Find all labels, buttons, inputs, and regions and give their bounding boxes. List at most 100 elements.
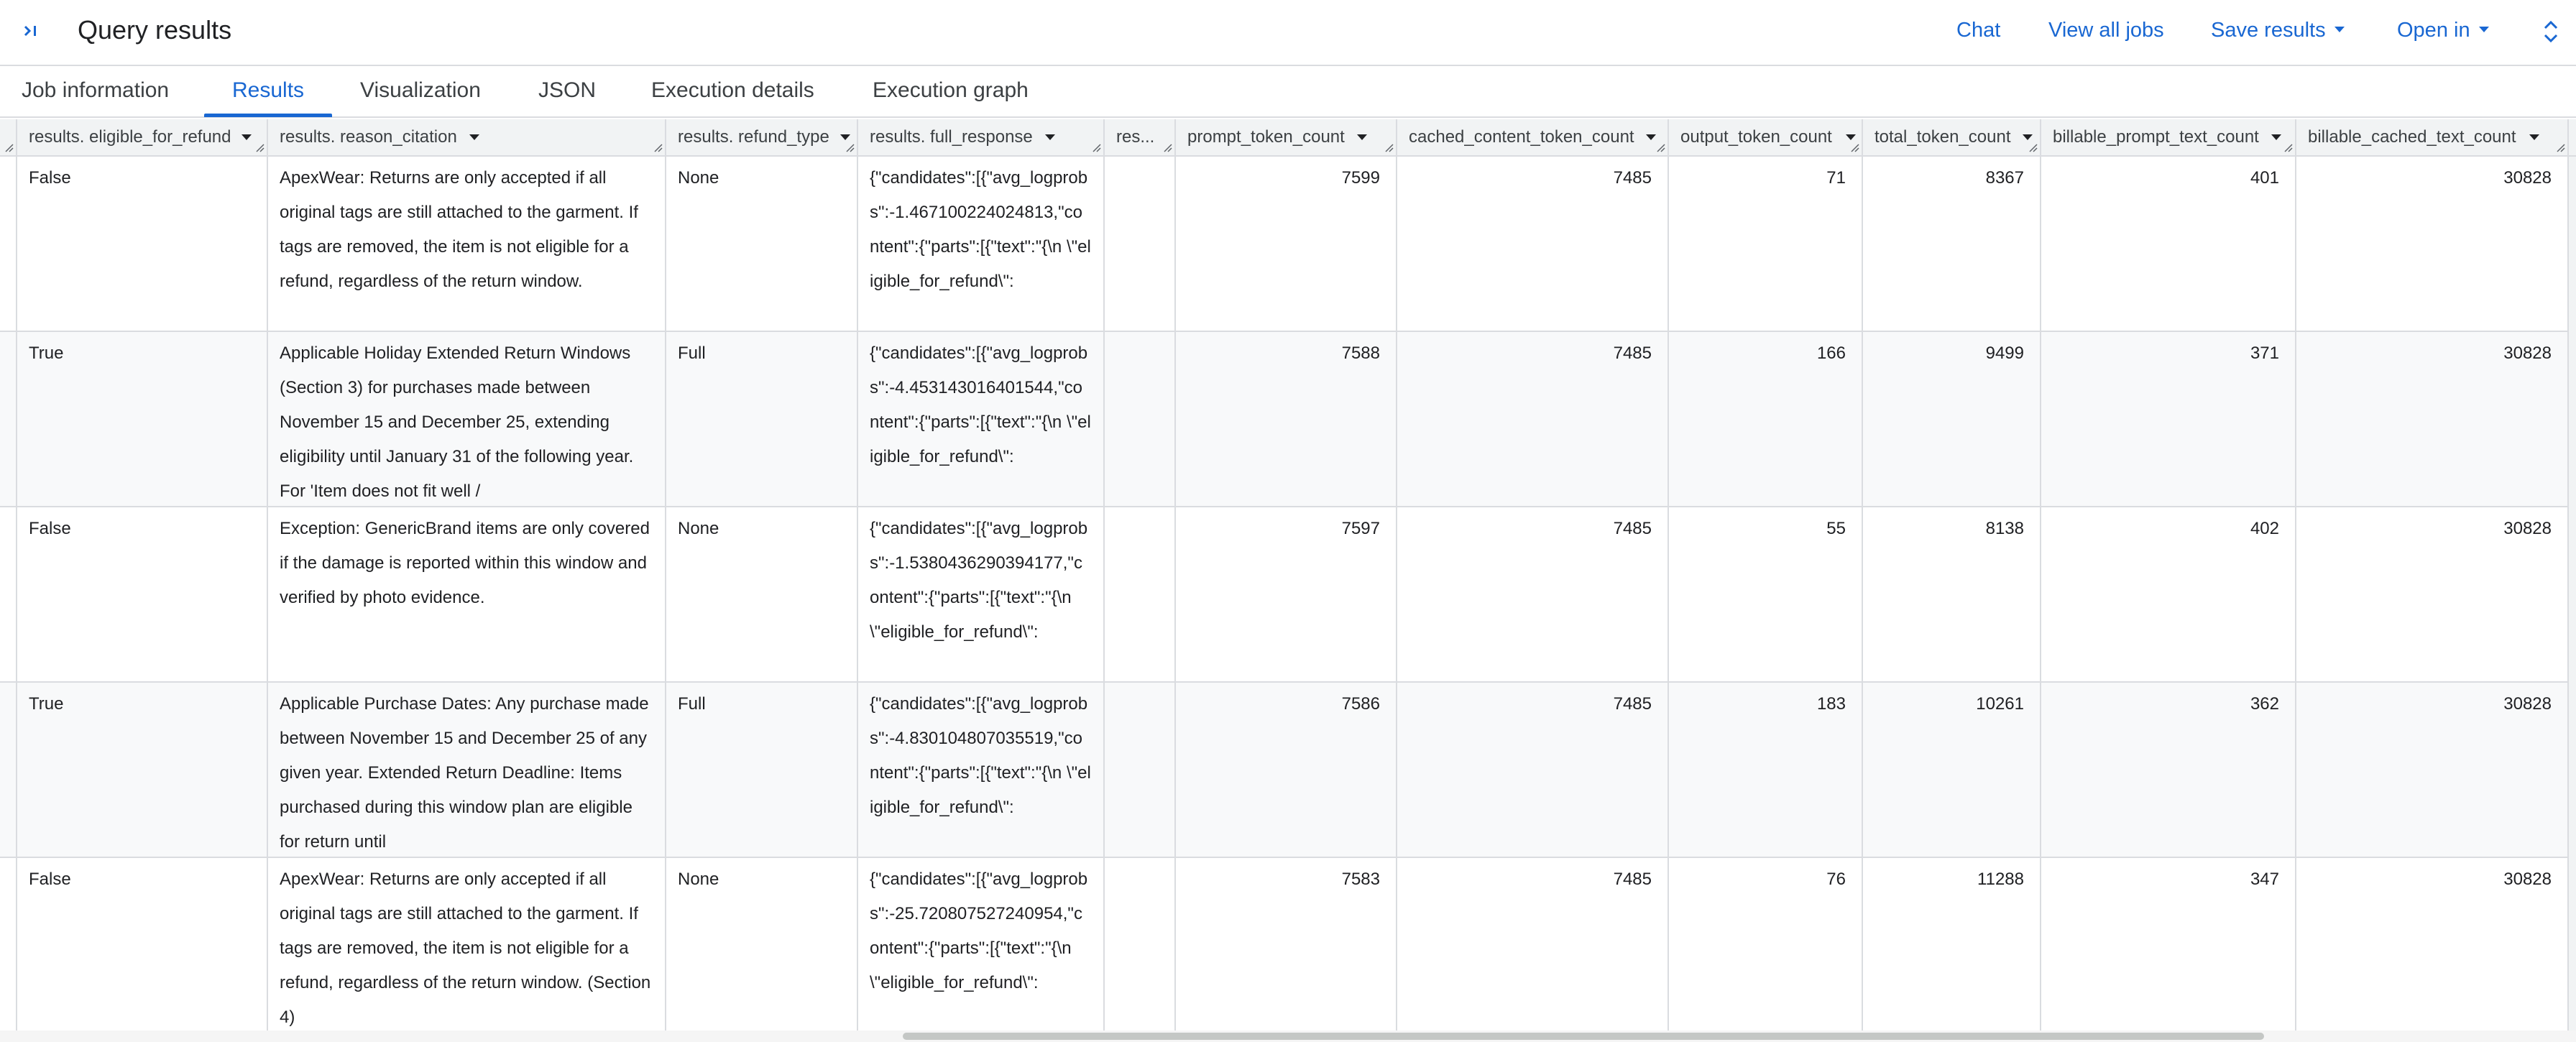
resize-handle-icon[interactable] <box>1851 144 1859 152</box>
total-token-count-cell: 10261 <box>1863 683 2041 857</box>
total-token-count-cell: 8138 <box>1863 507 2041 681</box>
column-header-label: res... <box>1116 127 1155 147</box>
row-index-cell <box>0 332 17 506</box>
sort-icon[interactable] <box>1646 134 1656 140</box>
results-grid: results. eligible_for_refund results. re… <box>0 119 2576 1031</box>
cached-content-token-count-cell: 7485 <box>1397 507 1669 681</box>
resize-handle-icon[interactable] <box>5 144 14 152</box>
collapse-panel-button[interactable] <box>19 19 43 43</box>
billable-cached-text-count-cell: 30828 <box>2296 507 2569 681</box>
reason-cell: ApexWear: Returns are only accepted if a… <box>268 157 666 331</box>
eligible-cell: False <box>17 507 268 681</box>
collapse-right-icon <box>24 25 36 37</box>
sort-icon[interactable] <box>1045 134 1055 140</box>
column-header-label: total_token_count <box>1874 127 2011 147</box>
column-header-res[interactable]: res... <box>1105 119 1176 155</box>
prompt-token-count-cell: 7588 <box>1176 332 1397 506</box>
sort-icon[interactable] <box>469 134 479 140</box>
table-row: True Applicable Purchase Dates: Any purc… <box>0 683 2576 858</box>
tab-execution-graph[interactable]: Execution graph <box>873 76 1029 105</box>
expand-panel-button[interactable] <box>2540 17 2562 46</box>
column-header-billable-prompt-text-count[interactable]: billable_prompt_text_count <box>2041 119 2296 155</box>
sort-icon[interactable] <box>242 134 252 140</box>
column-header-label: results. eligible_for_refund <box>29 127 231 147</box>
prompt-token-count-cell: 7583 <box>1176 858 1397 1031</box>
total-token-count-cell: 8367 <box>1863 157 2041 331</box>
tab-job-information[interactable]: Job information <box>22 76 169 105</box>
table-row: True Applicable Holiday Extended Return … <box>0 332 2576 507</box>
query-results-header: Query results Chat View all jobs Save re… <box>0 0 2576 66</box>
chat-button[interactable]: Chat <box>1956 16 2000 45</box>
column-header-billable-cached-text-count[interactable]: billable_cached_text_count <box>2296 119 2569 155</box>
horizontal-scrollbar-thumb[interactable] <box>903 1033 2264 1040</box>
refund-type-cell: None <box>666 157 858 331</box>
resize-handle-icon[interactable] <box>1657 144 1665 152</box>
refund-type-cell: None <box>666 858 858 1031</box>
resize-handle-icon[interactable] <box>256 144 264 152</box>
column-header-eligible[interactable]: results. eligible_for_refund <box>17 119 268 155</box>
reason-cell: Applicable Purchase Dates: Any purchase … <box>268 683 666 857</box>
column-header-label: billable_cached_text_count <box>2308 127 2516 147</box>
res-cell <box>1105 332 1176 506</box>
open-in-label: Open in <box>2397 19 2470 42</box>
page-title: Query results <box>78 15 232 45</box>
resize-handle-icon[interactable] <box>2557 144 2565 152</box>
output-token-count-cell: 166 <box>1669 332 1863 506</box>
view-all-jobs-button[interactable]: View all jobs <box>2048 16 2164 45</box>
sort-icon[interactable] <box>840 134 850 140</box>
tab-execution-details[interactable]: Execution details <box>651 76 814 105</box>
resize-handle-icon[interactable] <box>2284 144 2293 152</box>
res-cell <box>1105 157 1176 331</box>
tab-json[interactable]: JSON <box>538 76 596 105</box>
output-token-count-cell: 71 <box>1669 157 1863 331</box>
resize-handle-icon[interactable] <box>846 144 855 152</box>
sort-icon[interactable] <box>1846 134 1856 140</box>
sort-icon[interactable] <box>1357 134 1367 140</box>
column-header-label: billable_prompt_text_count <box>2053 127 2259 147</box>
output-token-count-cell: 76 <box>1669 858 1863 1031</box>
billable-prompt-text-count-cell: 362 <box>2041 683 2296 857</box>
row-index-cell <box>0 858 17 1031</box>
column-header-cached-content-token-count[interactable]: cached_content_token_count <box>1397 119 1669 155</box>
refund-type-cell: Full <box>666 332 858 506</box>
full-response-cell: {"candidates":[{"avg_logprobs":-1.467100… <box>858 157 1105 331</box>
column-header-label: output_token_count <box>1680 127 1832 147</box>
prompt-token-count-cell: 7599 <box>1176 157 1397 331</box>
horizontal-scrollbar[interactable] <box>0 1031 2576 1042</box>
column-header-prompt-token-count[interactable]: prompt_token_count <box>1176 119 1397 155</box>
refund-type-cell: Full <box>666 683 858 857</box>
billable-prompt-text-count-cell: 347 <box>2041 858 2296 1031</box>
chevron-down-icon <box>2478 27 2489 33</box>
resize-handle-icon[interactable] <box>1092 144 1101 152</box>
column-header-full-response[interactable]: results. full_response <box>858 119 1105 155</box>
column-header-reason[interactable]: results. reason_citation <box>268 119 666 155</box>
column-header-total-token-count[interactable]: total_token_count <box>1863 119 2041 155</box>
resize-handle-icon[interactable] <box>2029 144 2038 152</box>
unfold-icon <box>2544 20 2558 43</box>
column-header-label: results. full_response <box>870 127 1033 147</box>
resize-handle-icon[interactable] <box>1385 144 1394 152</box>
cached-content-token-count-cell: 7485 <box>1397 683 1669 857</box>
row-index-cell <box>0 683 17 857</box>
table-row: False Exception: GenericBrand items are … <box>0 507 2576 683</box>
total-token-count-cell: 9499 <box>1863 332 2041 506</box>
res-cell <box>1105 858 1176 1031</box>
sort-icon[interactable] <box>2529 134 2539 140</box>
tab-results[interactable]: Results <box>232 76 304 105</box>
sort-icon[interactable] <box>2023 134 2033 140</box>
billable-cached-text-count-cell: 30828 <box>2296 858 2569 1031</box>
tab-visualization[interactable]: Visualization <box>360 76 481 105</box>
open-in-button[interactable]: Open in <box>2397 16 2489 45</box>
column-header-refund-type[interactable]: results. refund_type <box>666 119 858 155</box>
resize-handle-icon[interactable] <box>654 144 663 152</box>
column-header-label: prompt_token_count <box>1187 127 1345 147</box>
vertical-scrollbar[interactable] <box>2569 157 2576 1031</box>
output-token-count-cell: 55 <box>1669 507 1863 681</box>
table-row: False ApexWear: Returns are only accepte… <box>0 858 2576 1031</box>
resize-handle-icon[interactable] <box>1164 144 1172 152</box>
active-tab-indicator <box>204 114 332 117</box>
column-header-output-token-count[interactable]: output_token_count <box>1669 119 1863 155</box>
column-header-label: results. refund_type <box>678 127 829 147</box>
save-results-button[interactable]: Save results <box>2211 16 2345 45</box>
sort-icon[interactable] <box>2271 134 2281 140</box>
